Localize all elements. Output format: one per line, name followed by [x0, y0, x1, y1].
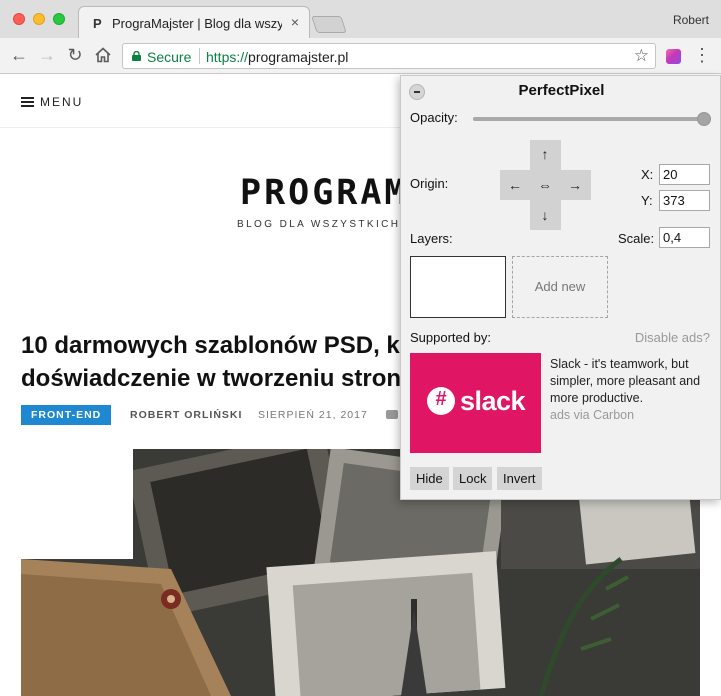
window-close-button[interactable]	[13, 13, 25, 25]
reload-icon[interactable]: ↻	[64, 44, 86, 66]
perfectpixel-panel: PerfectPixel Opacity: Origin: ↑ ↓ ← → ⇔ …	[400, 75, 721, 500]
address-bar[interactable]: Secure https://programajster.pl ☆	[122, 43, 656, 69]
y-label: Y:	[641, 193, 653, 208]
move-right-button[interactable]: →	[561, 171, 589, 199]
profile-name[interactable]: Robert	[673, 13, 709, 27]
star-icon[interactable]: ☆	[634, 46, 649, 66]
tab-title: PrograMajster | Blog dla wszystkich	[112, 16, 282, 31]
menu-label[interactable]: MENU	[40, 95, 83, 109]
new-tab-button[interactable]	[311, 16, 347, 33]
window-minimize-button[interactable]	[33, 13, 45, 25]
x-coordinate-input[interactable]	[659, 164, 710, 185]
hide-button[interactable]: Hide	[410, 467, 449, 490]
add-new-layer-button[interactable]: Add new	[512, 256, 608, 318]
pixel-overlay-layer	[21, 449, 133, 559]
ad-via-carbon[interactable]: ads via Carbon	[550, 407, 718, 424]
url-scheme: https://	[206, 49, 249, 65]
home-icon[interactable]	[92, 44, 114, 66]
slack-logo-icon	[427, 387, 455, 415]
slack-wordmark: slack	[460, 386, 526, 416]
comment-icon[interactable]	[386, 410, 398, 419]
disable-ads-link[interactable]: Disable ads?	[635, 330, 710, 345]
opacity-slider[interactable]	[473, 112, 711, 126]
supported-by-label: Supported by:	[410, 330, 491, 345]
move-up-button[interactable]: ↑	[531, 140, 559, 168]
origin-label: Origin:	[410, 176, 449, 191]
opacity-label: Opacity:	[410, 110, 458, 125]
omnibox-divider	[199, 48, 200, 64]
secure-label: Secure	[147, 49, 192, 65]
extension-icon[interactable]	[666, 49, 681, 64]
y-coordinate-input[interactable]	[659, 190, 710, 211]
tab-favicon-icon: P	[93, 16, 102, 31]
browser-tab-active[interactable]: P PrograMajster | Blog dla wszystkich ×	[78, 6, 310, 39]
scale-label: Scale:	[618, 231, 655, 246]
move-left-button[interactable]: ←	[501, 171, 529, 199]
lock-button[interactable]: Lock	[453, 467, 493, 490]
window-maximize-button[interactable]	[53, 13, 65, 25]
opacity-slider-thumb[interactable]	[697, 112, 711, 126]
scale-input[interactable]	[659, 227, 710, 248]
ad-copy[interactable]: Slack - it's teamwork, but simpler, more…	[550, 356, 718, 424]
layers-label: Layers:	[410, 231, 453, 246]
url-host: programajster.pl	[248, 49, 349, 65]
panel-title: PerfectPixel	[518, 82, 605, 99]
back-arrow-icon[interactable]: ←	[8, 44, 30, 66]
url-text[interactable]: https://programajster.pl	[206, 49, 348, 65]
forward-arrow-icon[interactable]: →	[36, 44, 58, 66]
browser-toolbar: ← → ↻ Secure https://programajster.pl ☆ …	[0, 38, 721, 74]
tab-close-icon[interactable]: ×	[291, 14, 299, 30]
layer-thumbnail[interactable]	[410, 256, 506, 318]
x-label: X:	[641, 167, 654, 182]
opacity-slider-fill	[473, 117, 704, 121]
slack-ad-image[interactable]: slack	[410, 353, 541, 453]
post-author[interactable]: ROBERT ORLIŃSKI	[130, 409, 242, 421]
hamburger-icon[interactable]	[21, 97, 34, 107]
category-badge[interactable]: FRONT-END	[21, 405, 112, 425]
ad-description: Slack - it's teamwork, but simpler, more…	[550, 357, 701, 405]
browser-titlebar: P PrograMajster | Blog dla wszystkich × …	[0, 0, 721, 39]
lock-icon	[132, 51, 141, 61]
menu-dots-icon[interactable]: ⋮	[693, 45, 711, 66]
move-down-button[interactable]: ↓	[531, 201, 559, 229]
invert-button[interactable]: Invert	[497, 467, 542, 490]
post-date: SIERPIEŃ 21, 2017	[258, 409, 368, 421]
center-origin-button[interactable]: ⇔	[531, 171, 559, 199]
